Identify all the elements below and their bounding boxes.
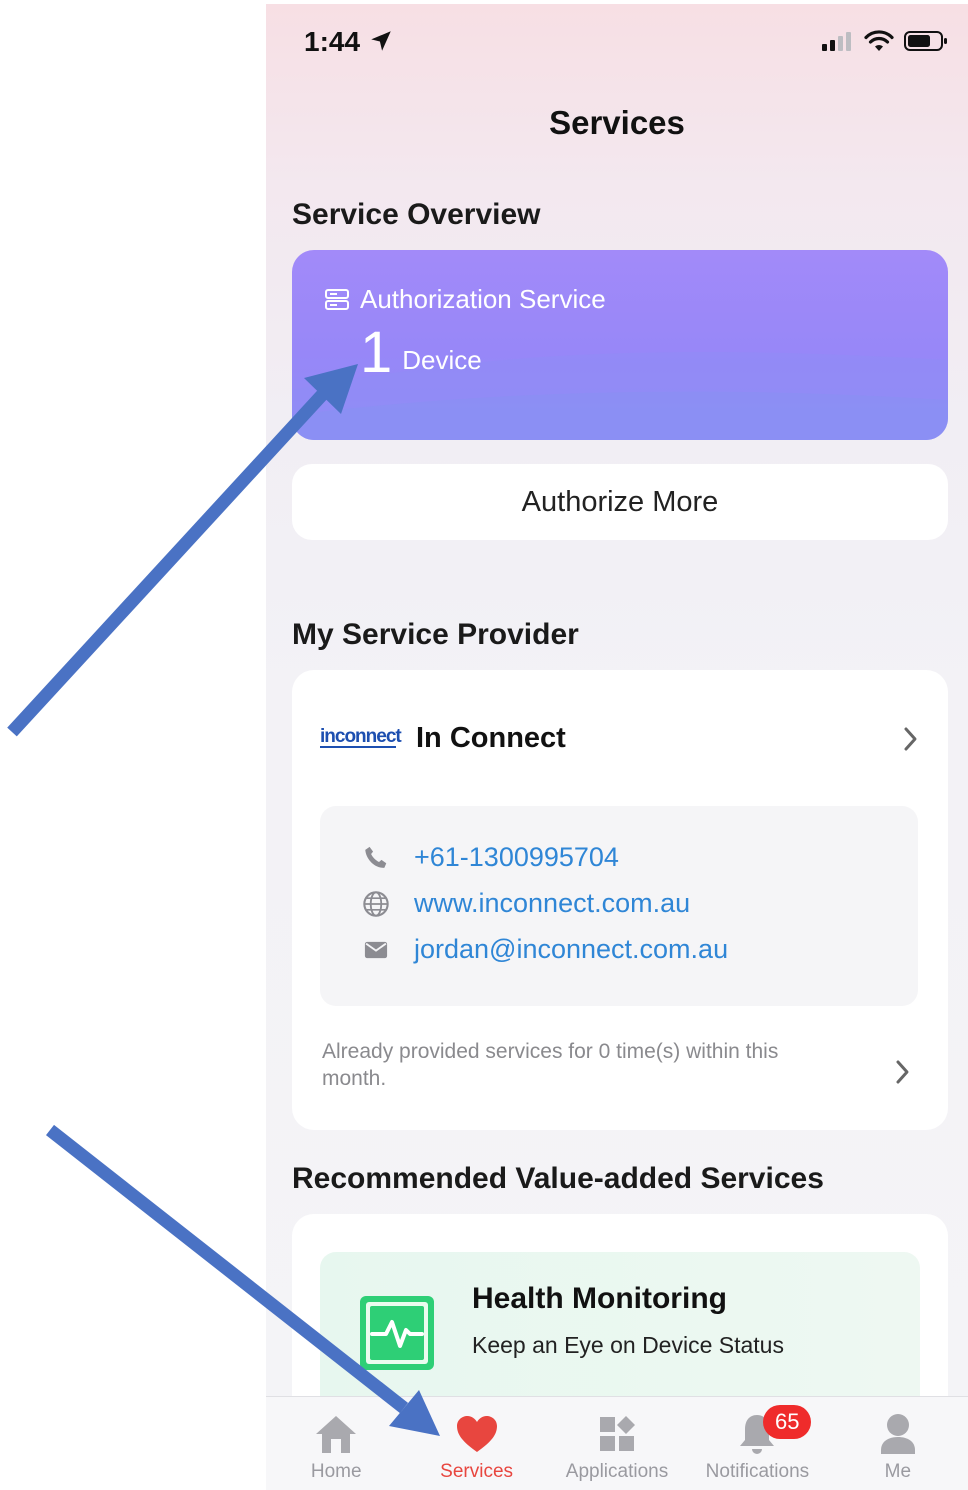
status-time: 1:44	[304, 26, 394, 58]
phone-number-link[interactable]: +61-1300995704	[414, 842, 619, 873]
logo-wordmark: inconnect	[320, 725, 402, 747]
tab-home[interactable]: Home	[266, 1397, 406, 1490]
notification-count-badge: 65	[763, 1405, 812, 1439]
device-count-unit: Device	[402, 345, 482, 375]
grid-icon	[600, 1416, 636, 1451]
authorization-service-card[interactable]: Authorization Service 1 Device	[292, 250, 948, 440]
chevron-right-icon[interactable]	[894, 1058, 912, 1086]
server-icon	[325, 288, 349, 310]
provider-name: In Connect	[416, 722, 566, 754]
bottom-tab-bar: Home Services Applications Notifications…	[266, 1396, 968, 1490]
tab-notifications-label: Notifications	[705, 1461, 810, 1482]
home-icon	[316, 1416, 357, 1453]
location-arrow-icon	[371, 31, 391, 51]
my-service-provider-title: My Service Provider	[292, 618, 579, 651]
health-monitoring-subtitle: Keep an Eye on Device Status	[472, 1332, 784, 1358]
provider-contact-box: +61-1300995704 www.inconnect.com.au jord…	[320, 806, 918, 1006]
chevron-right-icon	[904, 727, 917, 750]
status-indicators	[822, 30, 948, 52]
tab-me[interactable]: Me	[828, 1397, 968, 1490]
website-link[interactable]: www.inconnect.com.au	[414, 888, 690, 919]
provider-header-row[interactable]: inconnect In Connect	[320, 722, 920, 755]
website-row[interactable]: www.inconnect.com.au	[362, 888, 690, 919]
phone-row[interactable]: +61-1300995704	[362, 842, 619, 873]
status-time-text: 1:44	[304, 26, 361, 57]
recommended-services-title: Recommended Value-added Services	[292, 1162, 824, 1195]
email-link[interactable]: jordan@inconnect.com.au	[414, 934, 728, 965]
health-monitoring-title: Health Monitoring	[472, 1282, 727, 1315]
page-title: Services	[549, 104, 685, 141]
service-provider-card: inconnect In Connect +61-1300995704 www.…	[292, 670, 948, 1130]
service-overview-title: Service Overview	[292, 198, 541, 231]
tab-applications-label: Applications	[565, 1461, 669, 1482]
battery-icon	[904, 31, 947, 51]
provided-services-text[interactable]: Already provided services for 0 time(s) …	[322, 1038, 842, 1092]
inconnect-logo: inconnect	[320, 725, 402, 752]
authorize-more-button[interactable]: Authorize More	[292, 464, 948, 540]
device-count: 1 Device	[360, 324, 482, 382]
globe-icon	[363, 890, 389, 917]
phone-screen: 1:44 Services Service Overview Authoriza…	[266, 4, 968, 1490]
tab-notifications[interactable]: Notifications 65	[687, 1397, 827, 1490]
tab-home-label: Home	[310, 1461, 362, 1482]
person-icon	[880, 1414, 915, 1454]
tab-services[interactable]: Services	[406, 1397, 546, 1490]
phone-icon	[365, 846, 387, 868]
tab-me-label: Me	[884, 1461, 912, 1482]
cellular-signal-icon	[822, 32, 851, 51]
authorization-service-text: Authorization Service	[360, 284, 606, 314]
device-count-number: 1	[360, 320, 393, 385]
heart-icon	[456, 1416, 497, 1452]
mail-icon	[364, 941, 388, 958]
tab-services-label: Services	[440, 1461, 514, 1482]
email-row[interactable]: jordan@inconnect.com.au	[362, 934, 728, 965]
tab-applications[interactable]: Applications	[547, 1397, 687, 1490]
health-monitor-icon	[360, 1296, 434, 1370]
authorization-service-label: Authorization Service	[324, 284, 606, 315]
wifi-icon	[864, 30, 894, 51]
